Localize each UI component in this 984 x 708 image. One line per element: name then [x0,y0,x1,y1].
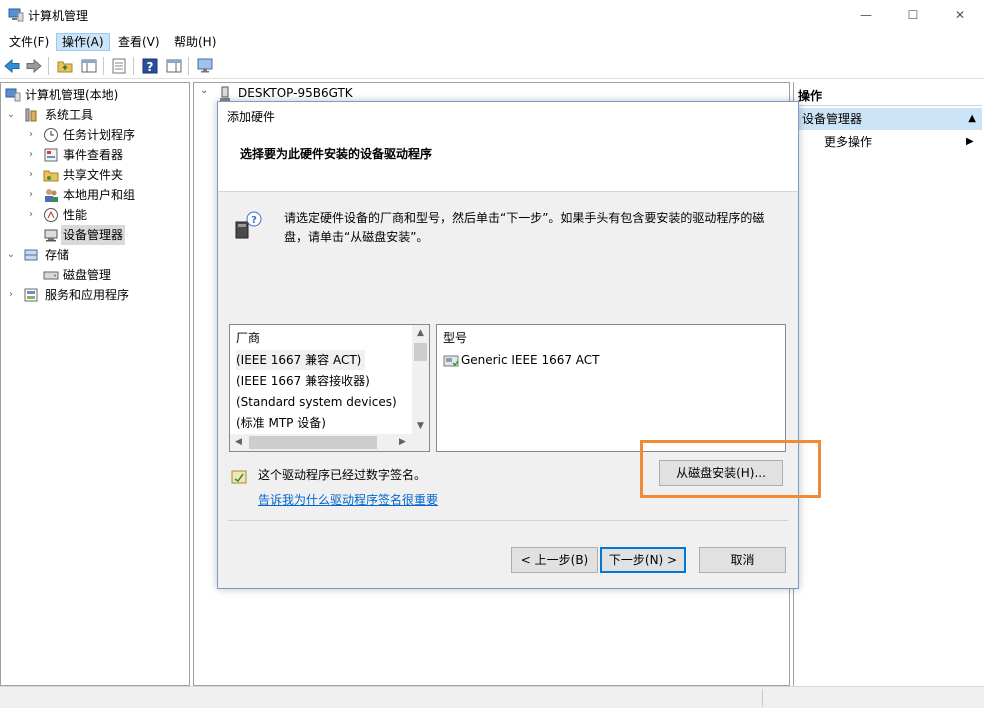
event-log-icon [44,148,58,162]
clock-icon [44,128,58,142]
back-arrow-icon[interactable] [3,57,21,75]
driver-icon [443,355,459,367]
minimize-button[interactable]: — [843,0,889,30]
tree-item-label: 计算机管理(本地) [25,88,119,102]
collapsed-chevron-icon[interactable]: › [25,205,37,225]
model-list[interactable]: 型号 Generic IEEE 1667 ACT [436,324,786,452]
manufacturer-header: 厂商 [236,331,261,345]
show-hide-tree-icon[interactable] [80,57,98,75]
services-icon [24,288,38,302]
submenu-arrow-icon[interactable]: ▶ [966,133,974,151]
tree-item-label: 存储 [45,248,70,262]
window-title: 计算机管理 [28,9,89,23]
scroll-right-icon[interactable]: ▶ [394,434,411,451]
dialog-divider [228,520,788,521]
computer-icon [220,86,230,101]
collapsed-chevron-icon[interactable]: › [5,285,17,305]
forward-arrow-icon[interactable] [25,57,43,75]
back-button[interactable]: < 上一步(B) [511,547,598,573]
dialog-header: 选择要为此硬件安装的设备驱动程序 [218,132,798,192]
manufacturer-item[interactable]: (标准 MTP 设备) [236,413,326,433]
monitor-icon[interactable] [196,57,214,75]
signed-driver-icon [231,470,247,484]
expanded-chevron-icon[interactable]: ⌄ [200,85,208,96]
manufacturer-item[interactable]: (IEEE 1667 兼容 ACT) [236,350,366,370]
tree-item-label: 任务计划程序 [63,128,136,142]
tree-item-label: 事件查看器 [63,148,124,162]
tree-item-label: 系统工具 [45,108,94,122]
tools-icon [25,108,37,122]
actions-section-device-manager[interactable]: 设备管理器 ▲ [798,108,982,130]
collapse-up-icon[interactable]: ▲ [968,108,976,130]
highlight-annotation [640,440,821,498]
more-actions-label: 更多操作 [824,135,873,149]
hardware-question-icon: ? [235,211,262,239]
title-bar: 计算机管理 — ☐ ✕ [0,0,984,30]
manufacturer-horizontal-scrollbar[interactable]: ◀ ▶ [230,434,429,451]
actions-section-label: 设备管理器 [802,112,863,126]
navigation-tree: 计算机管理(本地) ⌄ 系统工具 › 任务计划程序 › 事件查看器 › 共享文件… [0,82,190,686]
device-manager-icon [44,229,58,242]
up-folder-icon[interactable] [56,57,74,75]
manufacturer-item[interactable]: (IEEE 1667 兼容接收器) [236,371,370,391]
dialog-instruction: 请选定硬件设备的厂商和型号，然后单击“下一步”。如果手头有包含要安装的驱动程序的… [284,211,765,244]
menu-help[interactable]: 帮助(H) [169,33,221,51]
export-list-icon[interactable] [110,57,128,75]
actions-pane: 操作 设备管理器 ▲ 更多操作 ▶ [793,82,984,686]
more-actions-item[interactable]: 更多操作 [824,133,872,151]
tree-item-label: 共享文件夹 [63,168,124,182]
dialog-heading: 选择要为此硬件安装的设备驱动程序 [240,147,433,161]
close-button[interactable]: ✕ [937,0,983,30]
maximize-button[interactable]: ☐ [890,0,936,30]
users-icon [45,189,58,202]
tree-item-label: 性能 [63,208,88,222]
model-item[interactable]: Generic IEEE 1667 ACT [461,350,600,370]
shared-folder-icon [43,170,59,182]
collapsed-chevron-icon[interactable]: › [25,165,37,185]
scroll-up-icon[interactable]: ▲ [412,325,429,342]
computer-management-window: 计算机管理 — ☐ ✕ 文件(F) 操作(A) 查看(V) 帮助(H) ? 计算… [0,0,984,708]
dialog-title: 添加硬件 [218,102,798,132]
svg-text:?: ? [147,60,154,74]
computer-management-icon [5,88,21,102]
properties-panel-icon[interactable] [165,57,183,75]
expanded-chevron-icon[interactable]: ⌄ [5,105,17,125]
toolbar: ? [0,53,984,79]
disk-icon [43,271,59,280]
menu-file[interactable]: 文件(F) [4,33,54,51]
model-header: 型号 [443,331,468,345]
help-icon[interactable]: ? [141,57,159,75]
scroll-thumb[interactable] [249,436,377,449]
performance-gauge-icon [44,208,58,222]
cancel-button[interactable]: 取消 [699,547,786,573]
next-button[interactable]: 下一步(N) > [600,547,686,573]
signing-info-link[interactable]: 告诉我为什么驱动程序签名很重要 [258,491,438,509]
tree-item-label: 本地用户和组 [63,188,136,202]
menu-view[interactable]: 查看(V) [113,33,165,51]
manufacturer-vertical-scrollbar[interactable]: ▲ ▼ [412,325,429,435]
storage-icon [24,249,38,261]
add-hardware-dialog: 添加硬件 选择要为此硬件安装的设备驱动程序 ? 请选定硬件设备的厂商和型号，然后… [217,101,799,589]
actions-header: 操作 [798,86,982,106]
collapsed-chevron-icon[interactable]: › [25,185,37,205]
collapsed-chevron-icon[interactable]: › [25,145,37,165]
menu-bar: 文件(F) 操作(A) 查看(V) 帮助(H) [0,30,984,52]
tree-item-label: 设备管理器 [61,225,126,245]
scroll-left-icon[interactable]: ◀ [230,434,247,451]
tree-item-label: 磁盘管理 [63,268,112,282]
computer-management-icon [8,8,24,22]
expanded-chevron-icon[interactable]: ⌄ [5,245,17,265]
signed-driver-text: 这个驱动程序已经过数字签名。 [258,468,427,482]
manufacturer-item[interactable]: (Standard system devices) [236,392,397,412]
tree-item-label: 服务和应用程序 [45,288,130,302]
collapsed-chevron-icon[interactable]: › [25,125,37,145]
menu-action[interactable]: 操作(A) [56,33,110,51]
manufacturer-list[interactable]: 厂商 (IEEE 1667 兼容 ACT) (IEEE 1667 兼容接收器) … [229,324,430,452]
svg-text:?: ? [251,215,257,226]
status-bar [0,686,984,708]
scroll-thumb[interactable] [414,343,427,361]
scroll-down-icon[interactable]: ▼ [412,418,429,435]
computer-name: DESKTOP-95B6GTK [238,86,353,100]
